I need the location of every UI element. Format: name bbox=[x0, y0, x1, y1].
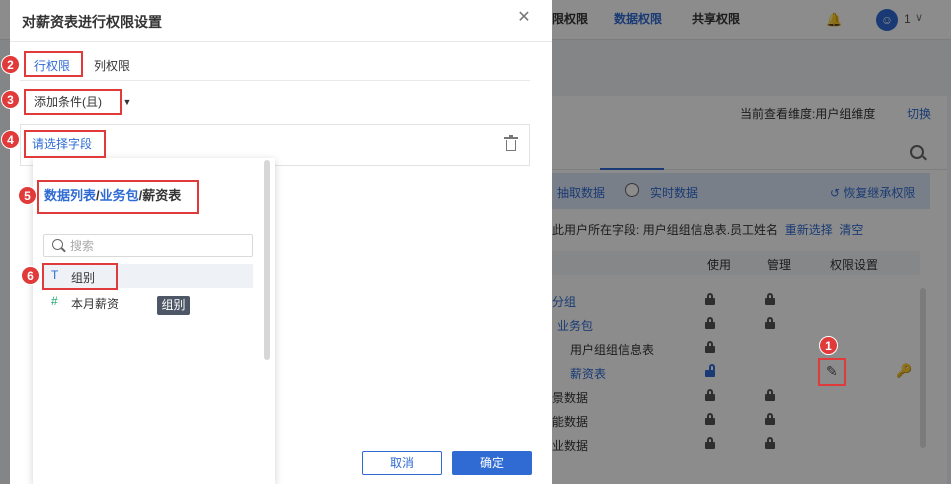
cancel-button[interactable]: 取消 bbox=[362, 451, 442, 475]
annotation-box bbox=[24, 51, 83, 77]
panel-scrollbar[interactable] bbox=[264, 160, 270, 360]
number-type-icon: # bbox=[51, 294, 58, 308]
step-badge-6: 6 bbox=[21, 266, 40, 285]
field-search bbox=[43, 234, 253, 257]
tab-column-permission[interactable]: 列权限 bbox=[94, 57, 130, 74]
search-input[interactable] bbox=[70, 237, 248, 254]
annotation-box bbox=[24, 130, 106, 158]
step-badge-4: 4 bbox=[1, 130, 20, 149]
divider bbox=[10, 41, 552, 42]
annotation-box bbox=[24, 89, 122, 115]
close-icon[interactable]: ✕ bbox=[515, 9, 533, 27]
field-label: 本月薪资 bbox=[71, 297, 120, 311]
permission-dialog: 对薪资表进行权限设置 ✕ 行权限 列权限 添加条件(且) ▼ 请选择字段 数据列… bbox=[10, 0, 552, 484]
tabs-divider bbox=[20, 80, 530, 81]
search-icon bbox=[52, 239, 63, 250]
step-badge-5: 5 bbox=[18, 186, 37, 205]
confirm-button[interactable]: 确定 bbox=[452, 451, 532, 475]
step-badge-1: 1 bbox=[819, 336, 838, 355]
trash-icon[interactable] bbox=[504, 135, 518, 152]
annotation-box bbox=[37, 180, 199, 214]
list-item[interactable]: # 本月薪资 bbox=[43, 290, 253, 314]
step-badge-2: 2 bbox=[1, 55, 20, 74]
field-tooltip: 组别 bbox=[157, 296, 190, 315]
annotation-box bbox=[818, 358, 846, 386]
annotation-box bbox=[42, 263, 118, 290]
step-badge-3: 3 bbox=[1, 90, 20, 109]
dialog-title: 对薪资表进行权限设置 bbox=[22, 14, 162, 30]
caret-down-icon[interactable]: ▼ bbox=[120, 90, 134, 114]
